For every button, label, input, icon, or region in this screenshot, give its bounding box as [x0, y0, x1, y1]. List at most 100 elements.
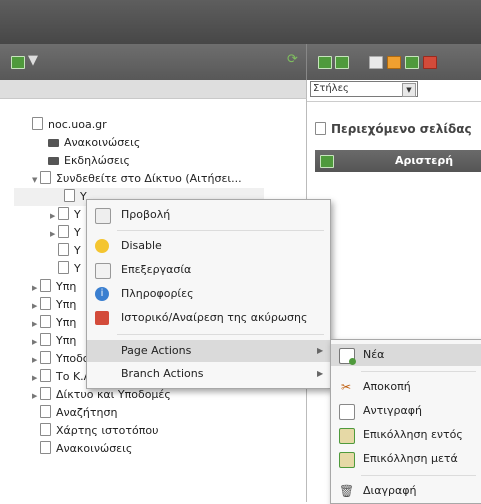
- view-icon[interactable]: [369, 56, 383, 69]
- collapse-arrow-icon[interactable]: ▼: [32, 171, 40, 189]
- page-icon: [40, 351, 51, 364]
- menu-item-delete[interactable]: 🗑 Διαγραφή: [331, 480, 481, 502]
- new-page-icon: [339, 348, 356, 365]
- page-icon: [40, 279, 51, 292]
- menu-item-info[interactable]: i Πληροφορίες: [87, 283, 330, 305]
- menu-item-paste-into[interactable]: Επικόλληση εντός: [331, 424, 481, 446]
- page-icon: [40, 297, 51, 310]
- column-header: Αριστερή: [315, 150, 481, 172]
- tree-node[interactable]: ▶ Y: [50, 224, 81, 242]
- menu-item-label: Ιστορικό/Αναίρεση της ακύρωσης: [121, 311, 308, 324]
- expand-arrow-icon[interactable]: ▶: [32, 279, 40, 297]
- tree-node-label: Εκδηλώσεις: [64, 154, 130, 167]
- page-icon: [40, 387, 51, 400]
- refresh-icon[interactable]: ⟳: [287, 52, 298, 67]
- tree-node[interactable]: ▼ Συνδεθείτε στο Δίκτυο (Αιτήσει...: [32, 170, 242, 188]
- tree-node[interactable]: noc.uoa.gr: [32, 116, 107, 134]
- expand-arrow-icon[interactable]: ▶: [50, 225, 58, 243]
- page-icon: [315, 122, 326, 135]
- trash-icon: 🗑: [339, 484, 355, 498]
- tree-node[interactable]: ▶ Υπη: [32, 278, 76, 296]
- tree-node-label: Αναζήτηση: [56, 406, 118, 419]
- tree-node[interactable]: Εκδηλώσεις: [48, 152, 130, 170]
- menu-item-label: Νέα: [363, 348, 385, 361]
- tree-node-label: Y: [74, 262, 81, 275]
- tree-node[interactable]: Ανακοινώσεις: [40, 440, 132, 458]
- page-icon: [58, 225, 69, 238]
- menu-item-label: Προβολή: [121, 208, 171, 221]
- divider: [307, 101, 481, 102]
- menu-item-label: Επεξεργασία: [121, 263, 192, 276]
- page-icon: [58, 243, 69, 256]
- menu-item-copy[interactable]: Αντιγραφή: [331, 400, 481, 422]
- folder-icon: [48, 139, 59, 147]
- menu-item-new[interactable]: Νέα: [331, 344, 481, 366]
- tree-node[interactable]: Ανακοινώσεις: [48, 134, 140, 152]
- tree-node[interactable]: Χάρτης ιστοτόπου: [40, 422, 158, 440]
- tree-node[interactable]: Y: [58, 260, 81, 278]
- filter-icon[interactable]: ▼: [28, 53, 38, 68]
- menu-item-label: Αντιγραφή: [363, 404, 422, 417]
- columns-select-value: Στήλες: [313, 83, 349, 94]
- tree-search-bar[interactable]: [0, 80, 307, 99]
- view-icon: [95, 208, 111, 224]
- page-icon: [40, 369, 51, 382]
- new-record-icon[interactable]: [335, 56, 349, 69]
- context-menu: Προβολή Disable Επεξεργασία i Πληροφορίες…: [86, 199, 331, 389]
- expand-arrow-icon[interactable]: ▶: [32, 333, 40, 351]
- page-icon: [40, 423, 51, 436]
- tree-node[interactable]: Y: [58, 242, 81, 260]
- info-icon: i: [95, 287, 109, 301]
- expand-arrow-icon[interactable]: ▶: [32, 315, 40, 333]
- tree-node[interactable]: ▶ Υπη: [32, 314, 76, 332]
- menu-item-branch-actions[interactable]: Branch Actions ▶: [87, 363, 330, 385]
- menu-item-edit[interactable]: Επεξεργασία: [87, 259, 330, 281]
- chevron-right-icon: ▶: [317, 369, 324, 378]
- page-icon: [58, 207, 69, 220]
- move-icon[interactable]: [405, 56, 419, 69]
- chevron-right-icon: ▶: [317, 346, 324, 355]
- page-actions-submenu: Νέα ✂ Αποκοπή Αντιγραφή Επικόλληση εντός …: [330, 339, 481, 504]
- expand-arrow-icon[interactable]: ▶: [32, 351, 40, 369]
- edit-icon[interactable]: [387, 56, 401, 69]
- new-page-icon[interactable]: [11, 56, 25, 69]
- new-content-icon[interactable]: [318, 56, 332, 69]
- tree-node-label: Υπη: [56, 334, 77, 347]
- menu-item-label: Page Actions: [121, 344, 192, 357]
- paste-into-icon: [339, 428, 355, 444]
- columns-select[interactable]: Στήλες ▼: [310, 81, 418, 97]
- tree-node[interactable]: Αναζήτηση: [40, 404, 117, 422]
- tree-node-label: Συνδεθείτε στο Δίκτυο (Αιτήσει...: [56, 172, 242, 185]
- expand-arrow-icon[interactable]: ▶: [32, 387, 40, 405]
- top-bar: [0, 0, 481, 44]
- menu-item-label: Branch Actions: [121, 367, 204, 380]
- tree-node-label: Υπη: [56, 298, 77, 311]
- history-icon[interactable]: [423, 56, 437, 69]
- tree-node[interactable]: ▶ Y: [50, 206, 81, 224]
- menu-item-label: Πληροφορίες: [121, 287, 194, 300]
- menu-item-paste-after[interactable]: Επικόλληση μετά: [331, 448, 481, 470]
- column-header-label: Αριστερή: [395, 154, 454, 167]
- menu-item-disable[interactable]: Disable: [87, 235, 330, 257]
- menu-item-history[interactable]: Ιστορικό/Αναίρεση της ακύρωσης: [87, 307, 330, 329]
- expand-arrow-icon[interactable]: ▶: [32, 297, 40, 315]
- expand-arrow-icon[interactable]: ▶: [50, 207, 58, 225]
- menu-item-cut[interactable]: ✂ Αποκοπή: [331, 376, 481, 398]
- edit-pencil-icon: [95, 263, 111, 279]
- menu-item-view[interactable]: Προβολή: [87, 204, 330, 226]
- add-content-icon[interactable]: [320, 155, 334, 168]
- tree-node-label: Δίκτυο και Υποδομές: [56, 388, 171, 401]
- tree-node[interactable]: ▶ Υπη: [32, 296, 76, 314]
- paste-after-icon: [339, 452, 355, 468]
- tree-node-label: Ανακοινώσεις: [64, 136, 141, 149]
- chevron-down-icon[interactable]: ▼: [402, 83, 416, 97]
- folder-icon: [48, 157, 59, 165]
- menu-separator: [117, 334, 324, 335]
- expand-arrow-icon[interactable]: ▶: [32, 369, 40, 387]
- page-icon: [40, 171, 51, 184]
- menu-item-label: Διαγραφή: [363, 484, 417, 497]
- page-icon: [64, 189, 75, 202]
- menu-item-page-actions[interactable]: Page Actions ▶: [87, 340, 330, 362]
- tree-node[interactable]: ▶ Υπη: [32, 332, 76, 350]
- tree-node-label: noc.uoa.gr: [48, 118, 107, 131]
